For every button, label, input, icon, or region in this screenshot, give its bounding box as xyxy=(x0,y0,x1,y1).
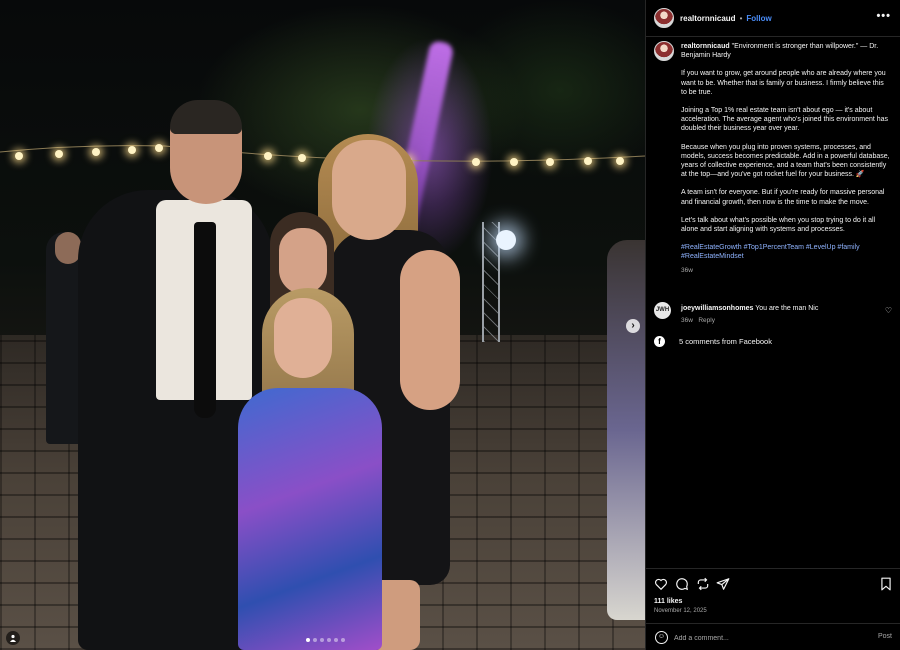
paper-plane-icon[interactable] xyxy=(716,577,730,591)
post-header: realtornnicaud • Follow ••• xyxy=(646,0,900,37)
follow-button[interactable]: Follow xyxy=(746,14,771,23)
comment-bubble-icon[interactable] xyxy=(675,577,689,591)
comment-like-icon[interactable]: ♡ xyxy=(885,306,892,315)
caption-paragraph: Because when you plug into proven system… xyxy=(681,143,890,179)
caption-avatar[interactable] xyxy=(654,41,674,61)
man-hair xyxy=(170,100,242,134)
heart-icon[interactable] xyxy=(654,577,668,591)
caption-paragraph: Let's talk about what's possible when yo… xyxy=(681,216,876,234)
like-count[interactable]: 111 likes xyxy=(654,598,682,605)
person-tag-icon[interactable] xyxy=(6,631,20,645)
facebook-icon: f xyxy=(654,336,665,347)
younger-girl-face xyxy=(274,298,332,378)
caption-paragraph: A team isn't for everyone. But if you're… xyxy=(681,189,885,206)
bookmark-icon[interactable] xyxy=(879,577,893,591)
facebook-comments-link[interactable]: f 5 comments from Facebook xyxy=(654,336,772,347)
carousel-dot xyxy=(334,638,338,642)
man-tie xyxy=(194,222,216,418)
carousel-dot xyxy=(327,638,331,642)
header-separator: • xyxy=(739,13,743,23)
chevron-right-icon[interactable]: › xyxy=(626,319,640,333)
spotlight xyxy=(496,230,516,250)
reply-button[interactable]: Reply xyxy=(698,317,715,324)
carousel-dot xyxy=(306,638,310,642)
woman-arm xyxy=(400,250,460,410)
caption-paragraph: If you want to grow, get around people w… xyxy=(681,70,886,96)
more-options-icon[interactable]: ••• xyxy=(876,10,891,22)
action-bar xyxy=(646,568,900,598)
caption-age: 36w xyxy=(681,266,693,274)
carousel-dot xyxy=(320,638,324,642)
comment-input[interactable] xyxy=(674,630,864,646)
post-side-panel: realtornnicaud • Follow ••• realtornnica… xyxy=(645,0,900,650)
author-username[interactable]: realtornnicaud xyxy=(680,14,736,23)
commenter-username[interactable]: joeywilliamsonhomes xyxy=(681,305,753,312)
post-photo[interactable]: › xyxy=(0,0,645,650)
carousel-indicator xyxy=(306,638,345,642)
post-comment-button[interactable]: Post xyxy=(878,633,892,640)
comment-text: You are the man Nic xyxy=(755,305,819,312)
facebook-comments-label: 5 comments from Facebook xyxy=(679,337,772,346)
woman-face xyxy=(332,140,406,240)
smiley-icon[interactable]: ☺ xyxy=(655,631,668,644)
author-avatar[interactable] xyxy=(654,8,674,28)
caption-paragraph: Joining a Top 1% real estate team isn't … xyxy=(681,107,889,133)
comment-age: 36w xyxy=(681,317,693,324)
post-date: November 12, 2025 xyxy=(654,608,707,614)
post-caption: realtornnicaud "Environment is stronger … xyxy=(654,41,894,291)
carousel-dot xyxy=(313,638,317,642)
comment-body: joeywilliamsonhomes You are the man Nic xyxy=(681,305,818,312)
caption-hashtags[interactable]: #RealEstateGrowth #Top1PercentTeam #Leve… xyxy=(681,243,891,261)
caption-username[interactable]: realtornnicaud xyxy=(681,43,730,50)
comment-meta: 36w Reply xyxy=(681,317,715,324)
background-person-right xyxy=(607,240,645,620)
younger-girl-dress xyxy=(238,388,382,650)
repost-icon[interactable] xyxy=(696,577,710,591)
add-comment-bar: ☺ Post xyxy=(646,623,900,650)
carousel-dot xyxy=(341,638,345,642)
commenter-avatar[interactable]: JWH xyxy=(654,302,671,319)
older-girl-face xyxy=(279,228,327,294)
caption-text: realtornnicaud "Environment is stronger … xyxy=(681,42,891,275)
comment-item: JWH joeywilliamsonhomes You are the man … xyxy=(654,302,894,330)
